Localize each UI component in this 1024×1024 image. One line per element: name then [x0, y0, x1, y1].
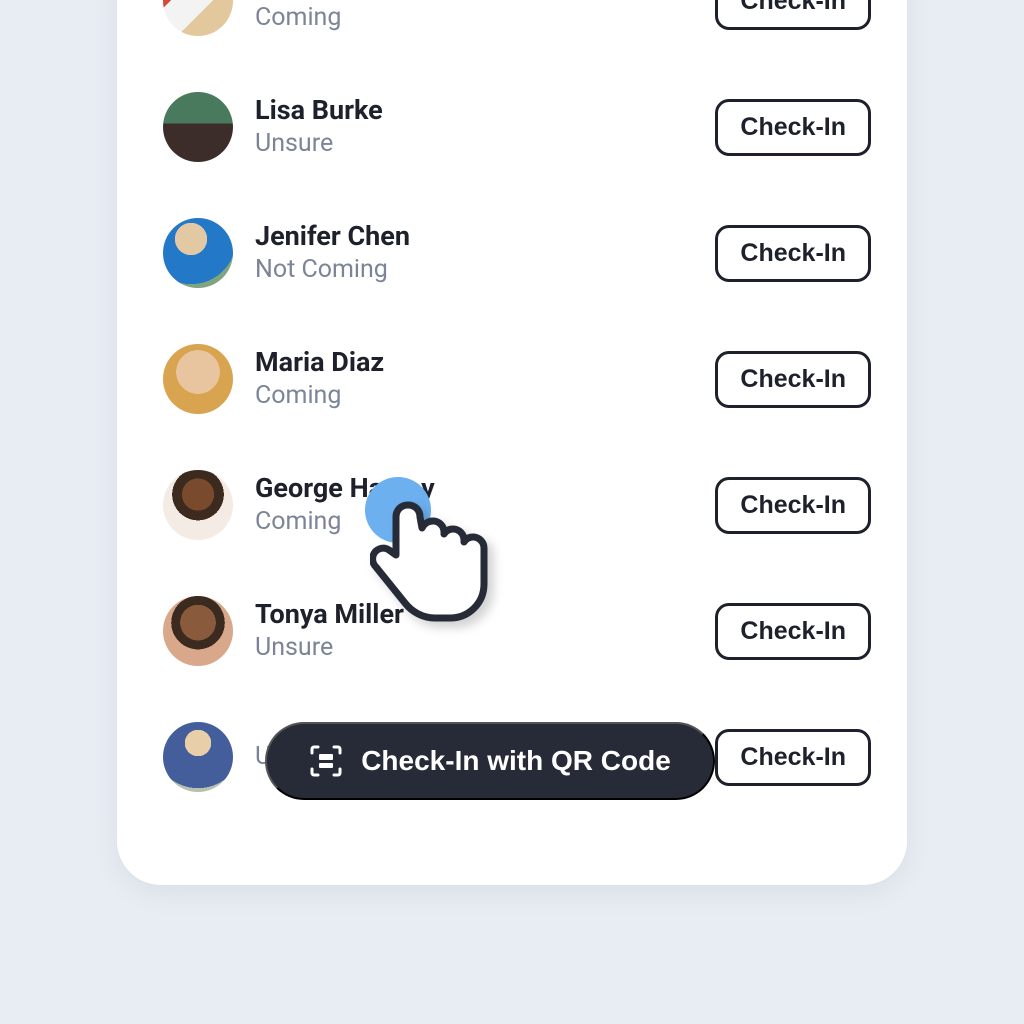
list-item[interactable]: George Harvey Coming Check-In: [163, 442, 871, 568]
attendee-list: Brian Barkman Coming Check-In Lisa Burke…: [163, 0, 871, 820]
check-in-button[interactable]: Check-In: [715, 351, 871, 408]
avatar: [163, 722, 233, 792]
attendee-info: Maria Diaz Coming: [233, 346, 715, 412]
qr-button-label: Check-In with QR Code: [361, 745, 671, 777]
attendee-name: Lisa Burke: [255, 94, 715, 128]
check-in-button[interactable]: Check-In: [715, 225, 871, 282]
avatar: [163, 92, 233, 162]
attendee-name: Maria Diaz: [255, 346, 715, 380]
attendee-status: Unsure: [255, 128, 715, 161]
pointer-hand-icon: [370, 500, 490, 639]
check-in-qr-button[interactable]: Check-In with QR Code: [265, 722, 715, 800]
check-in-button[interactable]: Check-In: [715, 729, 871, 786]
attendee-status: Coming: [255, 2, 715, 35]
attendee-info: Brian Barkman Coming: [233, 0, 715, 34]
qr-scan-icon: [309, 744, 343, 778]
list-item[interactable]: Maria Diaz Coming Check-In: [163, 316, 871, 442]
attendee-name: Jenifer Chen: [255, 220, 715, 254]
check-in-button[interactable]: Check-In: [715, 0, 871, 30]
avatar: [163, 596, 233, 666]
attendee-info: Lisa Burke Unsure: [233, 94, 715, 160]
list-item[interactable]: Lisa Burke Unsure Check-In: [163, 64, 871, 190]
check-in-button[interactable]: Check-In: [715, 603, 871, 660]
avatar: [163, 344, 233, 414]
list-item[interactable]: Brian Barkman Coming Check-In: [163, 0, 871, 64]
avatar: [163, 0, 233, 36]
attendee-status: Not Coming: [255, 254, 715, 287]
list-item[interactable]: Tonya Miller Unsure Check-In: [163, 568, 871, 694]
check-in-button[interactable]: Check-In: [715, 477, 871, 534]
attendee-status: Coming: [255, 380, 715, 413]
attendee-info: Jenifer Chen Not Coming: [233, 220, 715, 286]
avatar: [163, 470, 233, 540]
list-item[interactable]: Jenifer Chen Not Coming Check-In: [163, 190, 871, 316]
avatar: [163, 218, 233, 288]
check-in-button[interactable]: Check-In: [715, 99, 871, 156]
